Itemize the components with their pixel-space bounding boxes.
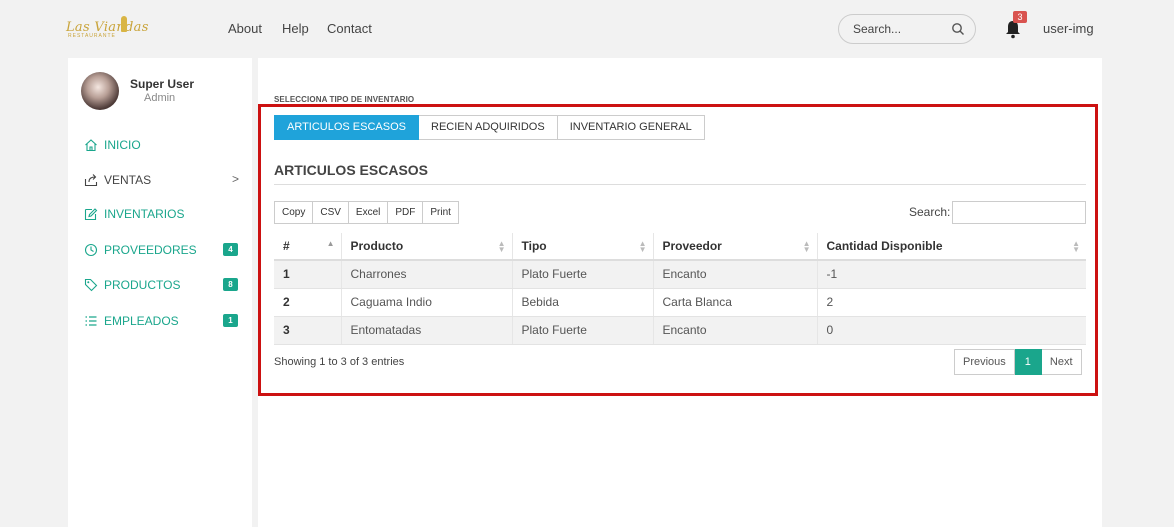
sidebar-item-label: EMPLEADOS — [104, 314, 179, 328]
sidebar-item-ventas[interactable]: VENTAS > — [68, 165, 252, 195]
search-icon[interactable] — [951, 22, 965, 36]
list-icon — [85, 316, 97, 326]
sidebar-item-inventarios[interactable]: INVENTARIOS — [68, 199, 252, 229]
tag-icon — [84, 278, 98, 292]
count-badge: 8 — [223, 278, 238, 291]
edit-icon — [84, 208, 98, 221]
count-badge: 1 — [223, 314, 238, 327]
count-badge: 4 — [223, 243, 238, 256]
logo-flame-icon — [121, 16, 127, 32]
user-name: Super User — [130, 77, 195, 91]
top-bar: Las Viandas RESTAURANTE About Help Conta… — [0, 0, 1174, 58]
sidebar-item-empleados[interactable]: EMPLEADOS 1 — [68, 306, 252, 336]
main-content: SELECCIONA TIPO DE INVENTARIO ARTICULOS … — [258, 58, 1102, 527]
avatar[interactable] — [81, 72, 119, 110]
nav-help[interactable]: Help — [282, 21, 309, 36]
sidebar-item-label: INICIO — [104, 138, 141, 152]
top-search — [838, 14, 976, 44]
user-role: Admin — [144, 92, 176, 104]
chevron-right-icon: > — [232, 172, 240, 186]
highlight-box — [258, 104, 1098, 396]
inventory-type-label: SELECCIONA TIPO DE INVENTARIO — [274, 95, 415, 104]
clock-icon — [84, 243, 98, 257]
user-menu[interactable]: user-img — [1043, 21, 1094, 36]
sidebar-item-label: PRODUCTOS — [104, 278, 181, 292]
nav-contact[interactable]: Contact — [327, 21, 372, 36]
home-icon — [85, 139, 97, 152]
sidebar-item-productos[interactable]: PRODUCTOS 8 — [68, 270, 252, 300]
share-icon — [84, 174, 98, 187]
sidebar-item-proveedores[interactable]: PROVEEDORES 4 — [68, 235, 252, 265]
sidebar-item-label: VENTAS — [104, 173, 152, 187]
sidebar: Super User Admin INICIO VENTAS > INVENTA… — [68, 58, 252, 527]
sidebar-item-inicio[interactable]: INICIO — [68, 130, 252, 160]
nav-about[interactable]: About — [228, 21, 262, 36]
sidebar-item-label: INVENTARIOS — [104, 207, 185, 221]
notification-badge: 3 — [1013, 11, 1027, 23]
sidebar-item-label: PROVEEDORES — [104, 243, 197, 257]
top-search-input[interactable] — [853, 22, 948, 36]
logo-subtext: RESTAURANTE — [68, 33, 116, 39]
